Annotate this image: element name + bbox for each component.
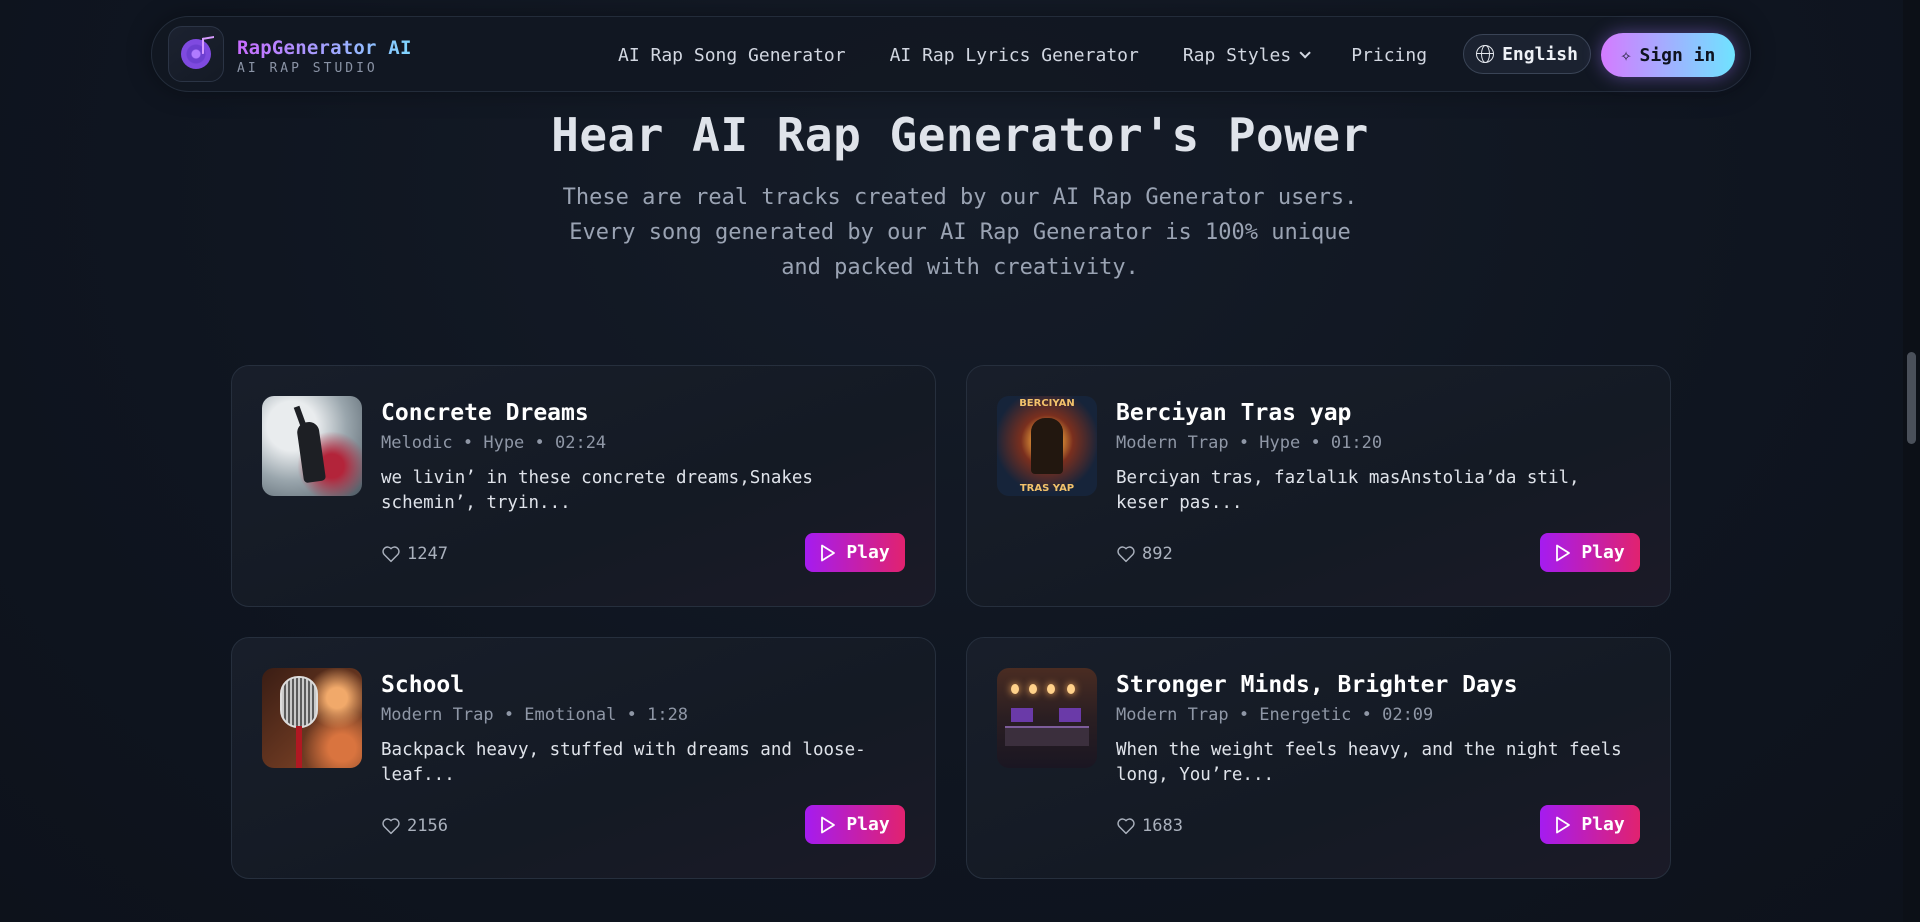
track-cover-image: [262, 396, 362, 496]
play-icon: [821, 816, 836, 833]
subtitle-line: Every song generated by our AI Rap Gener…: [569, 220, 1351, 245]
nav-pricing[interactable]: Pricing: [1351, 45, 1427, 66]
heart-icon: [1117, 546, 1135, 563]
track-meta: Melodic • Hype • 02:24: [381, 433, 607, 453]
like-count: 1247: [407, 544, 448, 564]
play-label: Play: [846, 814, 890, 835]
site-header: RapGenerator AI AI RAP STUDIO AI Rap Son…: [151, 16, 1751, 92]
play-label: Play: [846, 542, 890, 563]
language-label: English: [1502, 43, 1578, 65]
globe-icon: [1476, 45, 1495, 63]
track-card[interactable]: Stronger Minds, Brighter Days Modern Tra…: [966, 637, 1671, 879]
sparkle-icon: ✧: [1620, 44, 1632, 66]
page-scrollbar[interactable]: [1903, 0, 1920, 922]
like-button[interactable]: 1683: [1116, 816, 1183, 836]
track-lyric-preview: When the weight feels heavy, and the nig…: [1116, 740, 1622, 785]
track-meta: Modern Trap • Emotional • 1:28: [381, 705, 689, 725]
track-title: Berciyan Tras yap: [1116, 400, 1352, 426]
track-title: Concrete Dreams: [381, 400, 589, 426]
track-card[interactable]: School Modern Trap • Emotional • 1:28 Ba…: [231, 637, 936, 879]
section-subtitle: These are real tracks created by our AI …: [530, 180, 1390, 285]
subtitle-line: and packed with creativity.: [781, 255, 1139, 280]
track-card[interactable]: BERCIYAN TRAS YAP Berciyan Tras yap Mode…: [966, 365, 1671, 607]
like-count: 2156: [407, 816, 448, 836]
sign-in-label: Sign in: [1639, 44, 1716, 66]
track-lyric-preview: we livin’ in these concrete dreams,Snake…: [381, 468, 813, 513]
chevron-down-icon: [1299, 47, 1311, 59]
track-cover-image: [262, 668, 362, 768]
play-icon: [821, 544, 836, 561]
track-cover-image: [997, 668, 1097, 768]
main-nav: AI Rap Song Generator AI Rap Lyrics Gene…: [618, 17, 1471, 93]
brand[interactable]: RapGenerator AI AI RAP STUDIO: [237, 37, 412, 76]
scrollbar-thumb[interactable]: [1907, 352, 1916, 444]
heart-icon: [382, 546, 400, 563]
play-button[interactable]: Play: [1540, 805, 1640, 844]
heart-icon: [382, 818, 400, 835]
like-count: 1683: [1142, 816, 1183, 836]
nav-ai-rap-lyrics-generator[interactable]: AI Rap Lyrics Generator: [890, 45, 1139, 66]
play-button[interactable]: Play: [805, 805, 905, 844]
play-label: Play: [1581, 542, 1625, 563]
like-button[interactable]: 1247: [381, 544, 448, 564]
cover-text: BERCIYAN: [1019, 398, 1075, 409]
play-icon: [1556, 816, 1571, 833]
subtitle-line: These are real tracks created by our AI …: [562, 185, 1358, 210]
brand-name: RapGenerator AI: [237, 37, 412, 59]
section-title: Hear AI Rap Generator's Power: [551, 108, 1369, 162]
track-card[interactable]: Concrete Dreams Melodic • Hype • 02:24 w…: [231, 365, 936, 607]
play-icon: [1556, 544, 1571, 561]
track-meta: Modern Trap • Hype • 01:20: [1116, 433, 1383, 453]
sign-in-button[interactable]: ✧ Sign in: [1601, 33, 1735, 77]
nav-rap-styles-label: Rap Styles: [1182, 44, 1292, 66]
like-button[interactable]: 2156: [381, 816, 448, 836]
cover-text: TRAS YAP: [1019, 483, 1075, 494]
track-lyric-preview: Berciyan tras, fazlalık masAnstolia’da s…: [1116, 468, 1580, 513]
like-button[interactable]: 892: [1116, 544, 1173, 564]
track-meta: Modern Trap • Energetic • 02:09: [1116, 705, 1434, 725]
track-lyric-preview: Backpack heavy, stuffed with dreams and …: [381, 740, 866, 785]
track-cover-image: BERCIYAN TRAS YAP: [997, 396, 1097, 496]
brand-tagline: AI RAP STUDIO: [237, 61, 378, 76]
play-button[interactable]: Play: [1540, 533, 1640, 572]
nav-ai-rap-song-generator[interactable]: AI Rap Song Generator: [618, 45, 846, 66]
nav-rap-styles[interactable]: Rap Styles: [1182, 44, 1311, 66]
vinyl-disc-icon: [181, 39, 211, 69]
play-button[interactable]: Play: [805, 533, 905, 572]
heart-icon: [1117, 818, 1135, 835]
logo-icon[interactable]: [168, 26, 224, 82]
language-button[interactable]: English: [1463, 34, 1591, 74]
play-label: Play: [1581, 814, 1625, 835]
like-count: 892: [1142, 544, 1173, 564]
track-title: School: [381, 672, 465, 698]
track-title: Stronger Minds, Brighter Days: [1116, 672, 1518, 698]
